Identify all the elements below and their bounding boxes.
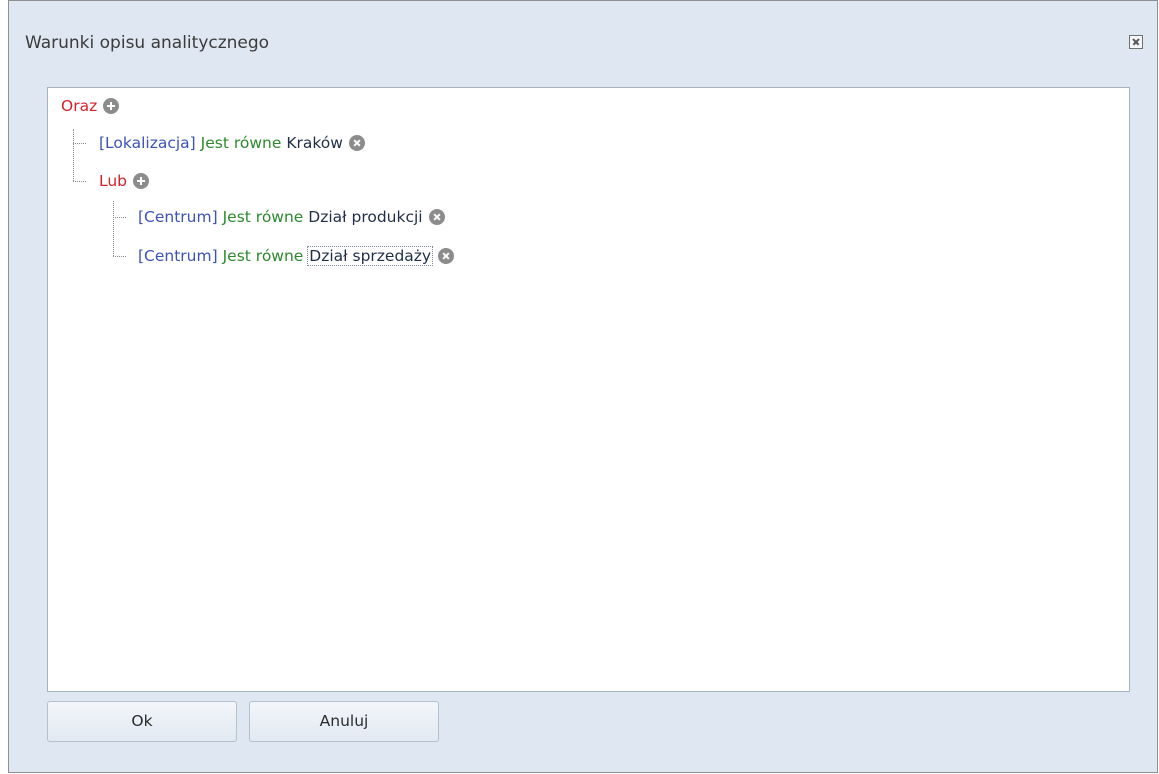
condition-comparator[interactable]: Jest równe	[223, 208, 304, 226]
tree-node-group[interactable]: Lub	[99, 168, 150, 194]
condition-field[interactable]: [Centrum]	[138, 208, 218, 226]
tree-node-condition[interactable]: [Centrum] Jest równe Dział produkcji	[138, 204, 445, 230]
dialog-window: Warunki opisu analitycznego Oraz [Lokali…	[8, 0, 1158, 773]
operator-label[interactable]: Lub	[99, 172, 127, 190]
tree-connector-line	[113, 256, 126, 257]
condition-comparator[interactable]: Jest równe	[223, 247, 304, 265]
operator-label[interactable]: Oraz	[61, 97, 97, 115]
tree-connector-line	[113, 201, 114, 256]
tree-connector-line	[113, 217, 126, 218]
condition-comparator[interactable]: Jest równe	[201, 134, 282, 152]
condition-field[interactable]: [Lokalizacja]	[99, 134, 196, 152]
dialog-titlebar: Warunki opisu analitycznego	[9, 1, 1157, 87]
condition-value[interactable]: Dział produkcji	[308, 208, 422, 226]
cancel-button[interactable]: Anuluj	[249, 701, 439, 742]
remove-condition-icon[interactable]	[428, 209, 445, 225]
ok-button[interactable]: Ok	[47, 701, 237, 742]
remove-condition-icon[interactable]	[438, 248, 455, 264]
remove-condition-icon[interactable]	[348, 135, 365, 151]
tree-node-root[interactable]: Oraz	[61, 93, 120, 119]
condition-value[interactable]: Dział sprzedaży	[307, 246, 434, 266]
dialog-title: Warunki opisu analitycznego	[25, 33, 270, 53]
condition-field[interactable]: [Centrum]	[138, 247, 218, 265]
add-condition-icon[interactable]	[133, 173, 150, 189]
close-icon[interactable]	[1129, 35, 1143, 49]
tree-connector-line	[73, 143, 86, 144]
tree-connector-line	[73, 181, 86, 182]
add-condition-icon[interactable]	[103, 98, 120, 114]
conditions-tree: Oraz [Lokalizacja] Jest równe Kraków Lub…	[47, 87, 1130, 692]
tree-node-condition[interactable]: [Centrum] Jest równe Dział sprzedaży	[138, 243, 455, 269]
tree-connector-line	[73, 129, 74, 181]
condition-value[interactable]: Kraków	[286, 134, 343, 152]
tree-node-condition[interactable]: [Lokalizacja] Jest równe Kraków	[99, 130, 365, 156]
